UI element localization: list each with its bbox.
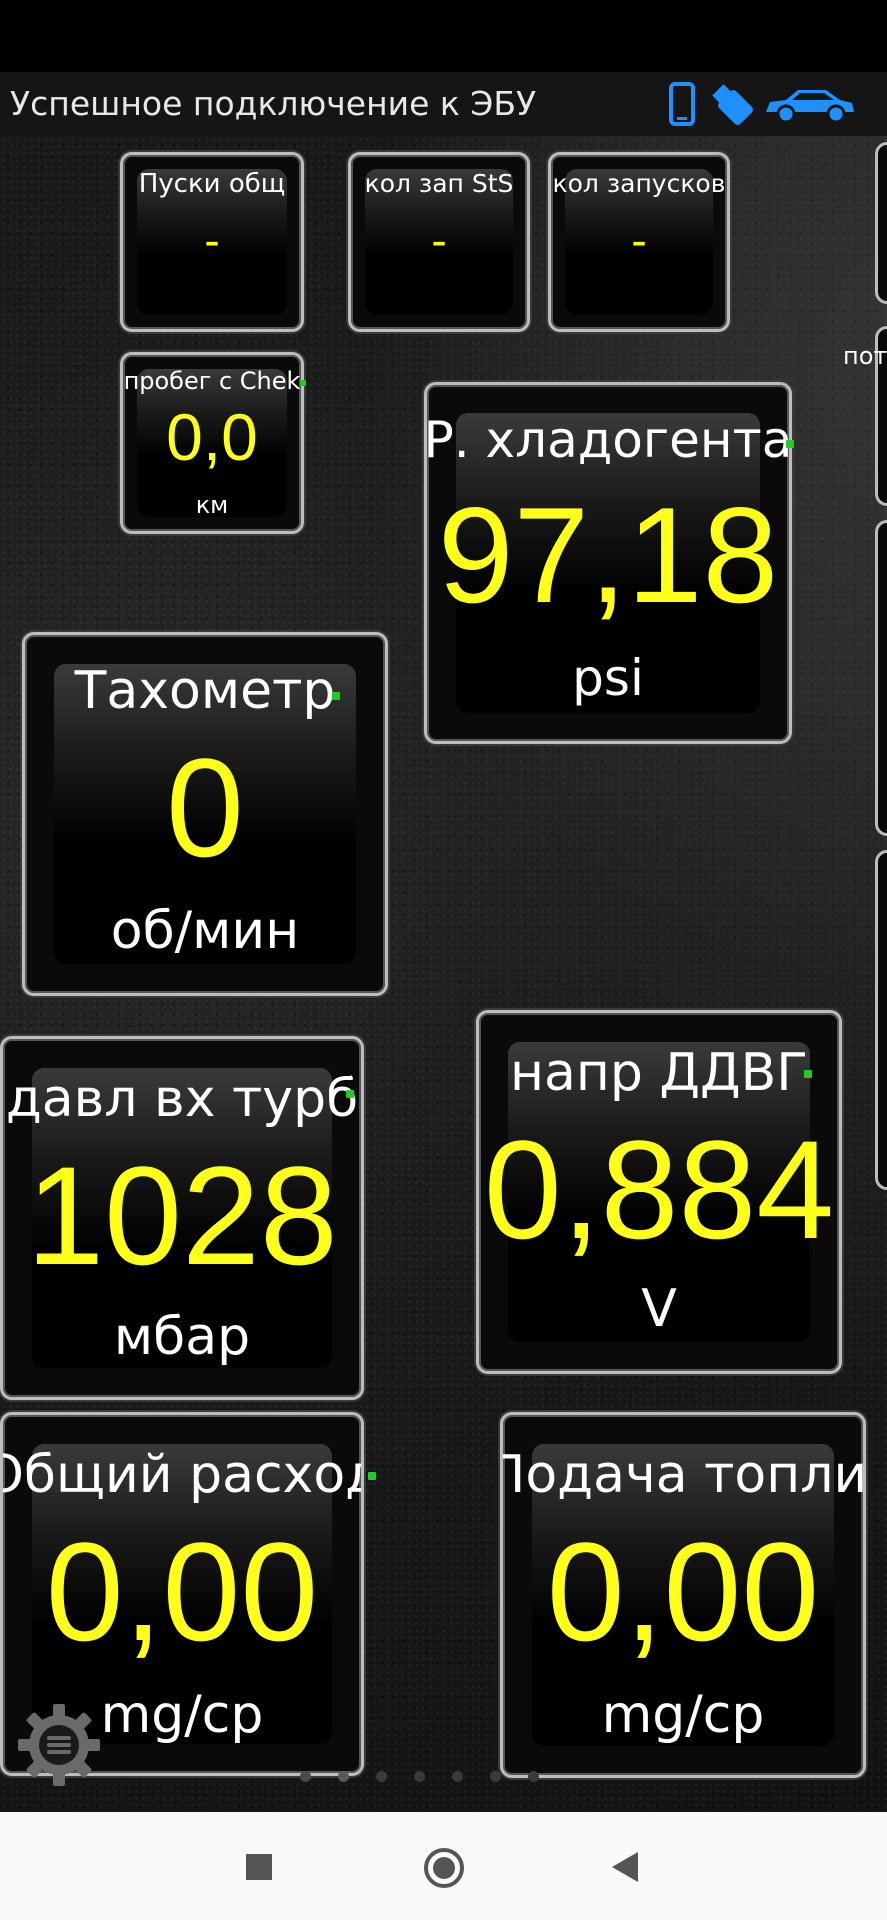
- gauge-label: напр ДДВГ: [509, 1043, 809, 1103]
- gauge-refrigerant-pressure[interactable]: Р. хладогента 97,18 psi: [424, 382, 792, 744]
- gauge-fuel-supply[interactable]: Подача топлива 0,00 mg/cp: [500, 1412, 866, 1778]
- gauge-value: -: [431, 214, 447, 266]
- indicator-dot: [332, 692, 340, 700]
- gauge-unit: об/мин: [110, 901, 300, 961]
- gauge-value: 0,00: [546, 1513, 820, 1670]
- gauge-unit: V: [641, 1279, 677, 1339]
- indicator-dot: [300, 380, 306, 386]
- gauge-value: -: [204, 214, 220, 266]
- gauge-unit: мбар: [113, 1307, 251, 1367]
- gauge-label: Подача топлива: [500, 1445, 866, 1505]
- gauge-mileage-check[interactable]: пробег с Chek 0,0 км: [120, 352, 304, 534]
- gauge-label: пробег с Chek: [123, 367, 301, 395]
- gauge-label: кол зап StS: [364, 169, 514, 198]
- gauge-value: 0,0: [166, 400, 258, 474]
- gauge-label: Пуски общ: [138, 169, 286, 199]
- gauge-unit: psi: [572, 649, 644, 707]
- home-circle-icon[interactable]: [422, 1846, 466, 1890]
- gauge-value: 0: [166, 729, 244, 886]
- back-triangle-icon[interactable]: [608, 1850, 642, 1884]
- usb-dongle-icon[interactable]: [710, 82, 754, 126]
- gauge-unit: mg/cp: [601, 1685, 765, 1745]
- gauge-label: Общий расход: [0, 1445, 364, 1505]
- phone-icon[interactable]: [668, 82, 696, 126]
- indicator-dot: [346, 1090, 354, 1098]
- gauge-tachometer[interactable]: Тахометр 0 об/мин: [22, 632, 388, 996]
- gauge-label: Тахометр: [74, 661, 336, 721]
- indicator-dot: [804, 1070, 812, 1078]
- gauge-sts-starts[interactable]: кол зап StS -: [348, 152, 530, 332]
- gauge-unit: км: [195, 491, 229, 519]
- gauge-value: 97,18: [437, 479, 779, 631]
- gauge-label: кол запусков: [552, 169, 726, 198]
- indicator-dot: [786, 440, 794, 448]
- gauge-value: 1028: [26, 1137, 338, 1294]
- indicator-dot: [368, 1472, 376, 1480]
- connection-status: Успешное подключение к ЭБУ: [10, 84, 537, 123]
- settings-gear-icon[interactable]: [14, 1700, 104, 1790]
- gauge-value: 0,00: [45, 1513, 319, 1670]
- edge-gauge-label: пот: [843, 342, 887, 370]
- gauge-label: Р. хладогента: [424, 411, 792, 469]
- gauge-ddvg-voltage[interactable]: напр ДДВГ 0,884 V: [476, 1010, 842, 1374]
- edge-gauge-partial[interactable]: [875, 520, 887, 836]
- gauge-starts-total[interactable]: Пуски общ -: [120, 152, 304, 332]
- car-icon[interactable]: [762, 82, 858, 126]
- edge-gauge-partial[interactable]: [875, 850, 887, 1190]
- gauge-starts-count[interactable]: кол запусков -: [548, 152, 730, 332]
- edge-gauge-partial[interactable]: [875, 142, 887, 304]
- recents-square-icon[interactable]: [244, 1852, 274, 1882]
- gauge-value: 0,884: [483, 1111, 835, 1268]
- gauge-label: давл вх турб: [5, 1069, 359, 1129]
- gauge-turbo-inlet-pressure[interactable]: давл вх турб 1028 мбар: [0, 1036, 364, 1400]
- gauge-value: -: [631, 214, 647, 266]
- status-bar: [0, 0, 887, 72]
